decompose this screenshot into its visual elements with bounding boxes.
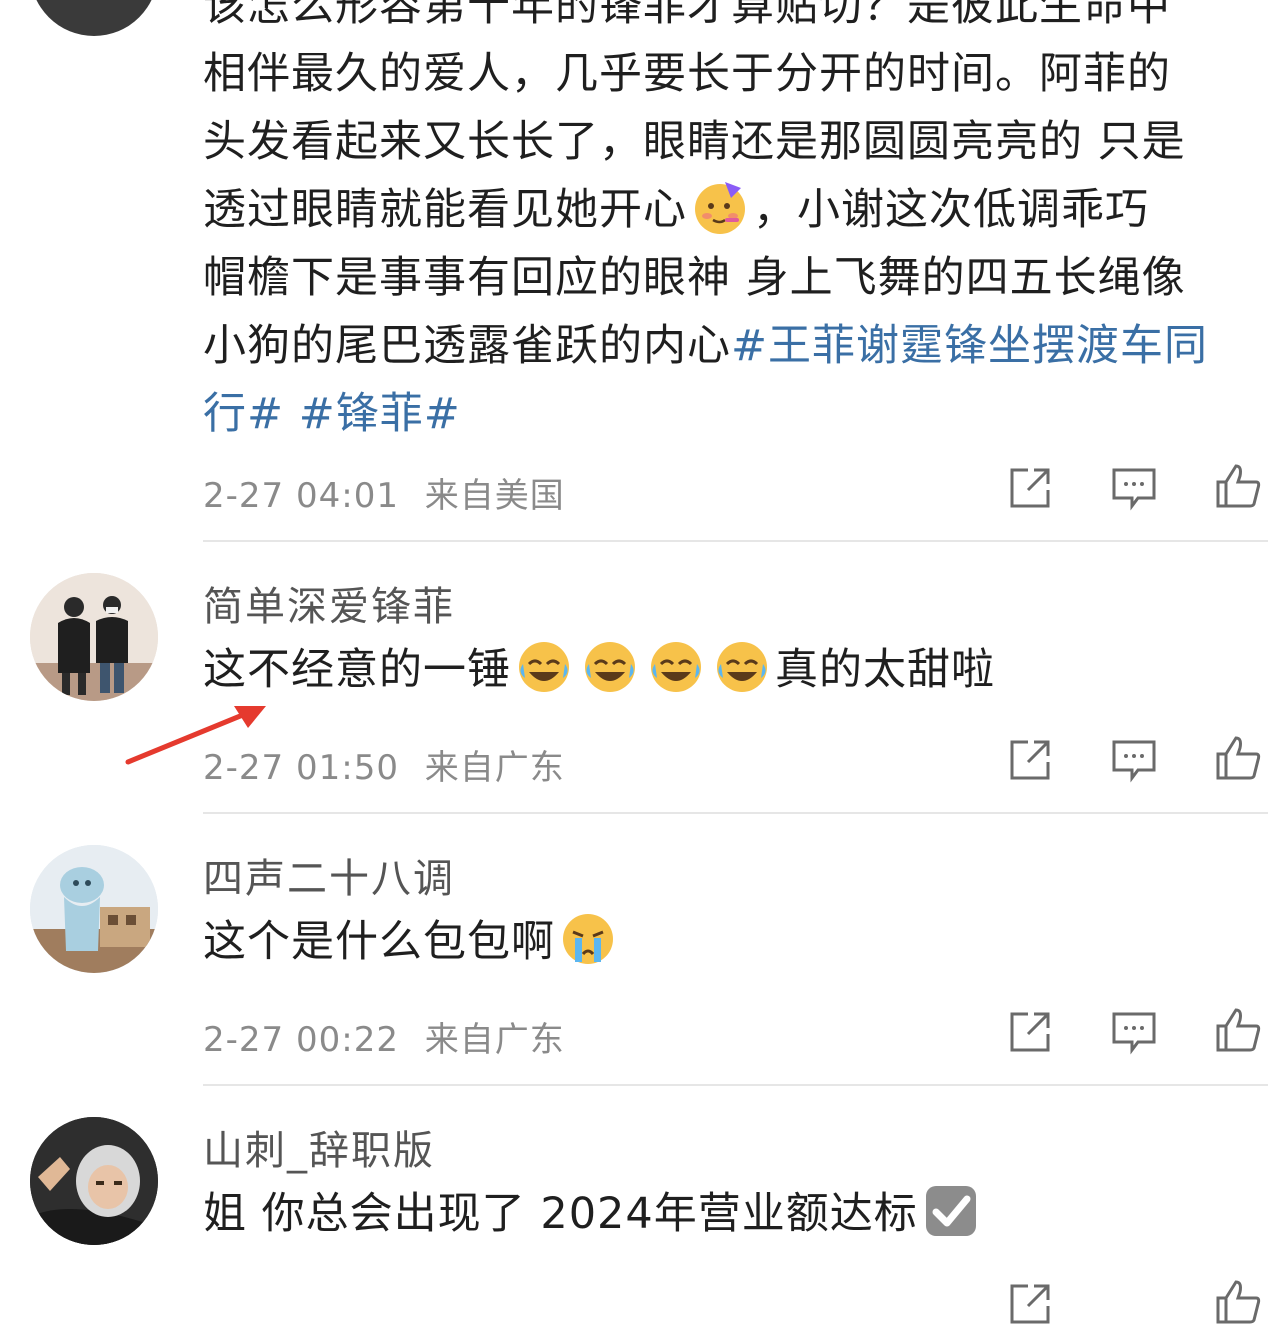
comment-text: 这个是什么包包啊 xyxy=(203,908,621,976)
location: 来自广东 xyxy=(424,748,565,788)
text-segment: 透过眼睛就能看见她开心 xyxy=(203,185,687,235)
location: 来自广东 xyxy=(424,1020,565,1060)
divider xyxy=(203,812,1268,814)
text-line[interactable]: 行# #锋菲# xyxy=(203,380,1208,448)
username[interactable]: 山刺_辞职版 xyxy=(203,1118,435,1176)
comment-icon[interactable] xyxy=(1110,1008,1158,1056)
text-line: 透过眼睛就能看见她开心 ，小谢这次低调乖巧 xyxy=(203,176,1208,244)
comment-text: 该怎么形容第十年的锋菲才算贴切？是彼此生命中 相伴最久的爱人，几乎要长于分开的时… xyxy=(203,0,1208,448)
comment-meta-partial xyxy=(203,1278,563,1318)
text-segment: 姐 你总会出现了 2024年营业额达标 xyxy=(203,1189,918,1239)
text-line: 头发看起来又长长了，眼睛还是那圆圆亮亮的 只是 xyxy=(203,117,1186,167)
like-icon[interactable] xyxy=(1214,734,1262,782)
share-icon[interactable] xyxy=(1006,464,1054,512)
divider xyxy=(203,540,1268,542)
username[interactable]: 简单深爱锋菲 xyxy=(203,574,455,632)
hashtag-link[interactable]: #王菲谢霆锋坐摆渡车同 xyxy=(731,321,1208,371)
text-segment: 这个是什么包包啊 xyxy=(203,917,555,967)
text-segment: 真的太甜啦 xyxy=(775,645,995,695)
like-icon[interactable] xyxy=(1214,462,1262,510)
comment-meta: 2-27 00:22 来自广东 xyxy=(203,1012,565,1061)
timestamp-partial xyxy=(203,1293,563,1309)
party-face-emoji xyxy=(691,178,749,236)
avatar[interactable] xyxy=(30,573,158,701)
text-line: 小狗的尾巴透露雀跃的内心#王菲谢霆锋坐摆渡车同 xyxy=(203,312,1208,380)
share-icon[interactable] xyxy=(1006,1280,1054,1328)
share-icon[interactable] xyxy=(1006,1008,1054,1056)
laugh-cry-emoji xyxy=(515,638,573,696)
comment-icon[interactable] xyxy=(1110,464,1158,512)
share-icon[interactable] xyxy=(1006,736,1054,784)
text-segment: 这不经意的一锤 xyxy=(203,645,511,695)
text-segment: 小狗的尾巴透露雀跃的内心 xyxy=(203,321,731,371)
laugh-cry-emoji xyxy=(647,638,705,696)
text-line: 帽檐下是事事有回应的眼神 身上飞舞的四五长绳像 xyxy=(203,253,1186,303)
annotation-arrow-icon xyxy=(125,706,266,765)
comment-meta: 2-27 04:01 来自美国 xyxy=(203,468,565,517)
crying-emoji xyxy=(559,910,617,968)
hashtag-link[interactable]: 行# #锋菲# xyxy=(203,389,461,439)
timestamp: 2-27 00:22 xyxy=(203,1020,399,1060)
laugh-cry-emoji xyxy=(581,638,639,696)
username[interactable]: 四声二十八调 xyxy=(203,846,455,904)
timestamp: 2-27 04:01 xyxy=(203,476,399,516)
like-icon[interactable] xyxy=(1214,1006,1262,1054)
checkbox-emoji xyxy=(922,1182,980,1240)
avatar[interactable] xyxy=(30,0,158,36)
like-icon[interactable] xyxy=(1214,1278,1262,1326)
avatar[interactable] xyxy=(30,1117,158,1245)
divider xyxy=(203,1084,1268,1086)
avatar[interactable] xyxy=(30,845,158,973)
text-line: 相伴最久的爱人，几乎要长于分开的时间。阿菲的 xyxy=(203,49,1171,99)
comment-text: 这不经意的一锤 真的太甜啦 xyxy=(203,636,995,704)
laugh-cry-emoji xyxy=(713,638,771,696)
text-line: 该怎么形容第十年的锋菲才算贴切？是彼此生命中 xyxy=(203,0,1171,31)
comment-icon[interactable] xyxy=(1110,736,1158,784)
comment-text: 姐 你总会出现了 2024年营业额达标 xyxy=(203,1180,984,1248)
text-segment: ，小谢这次低调乖巧 xyxy=(753,185,1149,235)
location: 来自美国 xyxy=(424,476,565,516)
